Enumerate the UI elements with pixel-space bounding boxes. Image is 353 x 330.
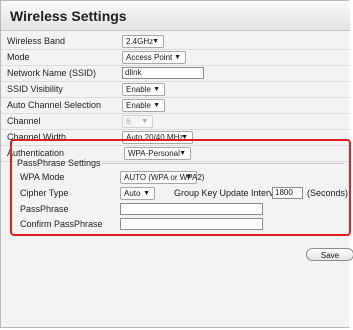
auto-channel-select[interactable]: Enable ▼ [122,99,165,112]
wireless-band-label: Wireless Band [7,36,66,46]
mode-select[interactable]: Access Point ▼ [122,51,186,64]
ssid-label: Network Name (SSID) [7,68,97,78]
channel-label: Channel [7,116,41,126]
chevron-down-icon: ▼ [152,38,159,45]
auto-channel-row: Auto Channel Selection Enable ▼ [1,97,350,114]
mode-label: Mode [7,52,30,62]
ssid-input[interactable]: dlink [122,67,204,79]
wireless-band-row: Wireless Band 2.4GHz ▼ [1,33,350,50]
ssid-visibility-label: SSID Visibility [7,84,63,94]
chevron-down-icon: ▼ [153,86,160,93]
highlight-box [10,139,351,236]
chevron-down-icon: ▼ [141,118,148,125]
ssid-row: Network Name (SSID) dlink [1,65,350,82]
ssid-visibility-select[interactable]: Enable ▼ [122,83,165,96]
page-title: Wireless Settings [1,1,350,31]
channel-select[interactable]: 6 ▼ [122,115,153,128]
channel-row: Channel 6 ▼ [1,113,350,130]
chevron-down-icon: ▼ [174,54,181,61]
wireless-band-select[interactable]: 2.4GHz ▼ [122,35,164,48]
chevron-down-icon: ▼ [153,102,160,109]
auto-channel-label: Auto Channel Selection [7,100,102,110]
ssid-visibility-row: SSID Visibility Enable ▼ [1,81,350,98]
mode-row: Mode Access Point ▼ [1,49,350,66]
save-button[interactable]: Save [306,248,353,261]
